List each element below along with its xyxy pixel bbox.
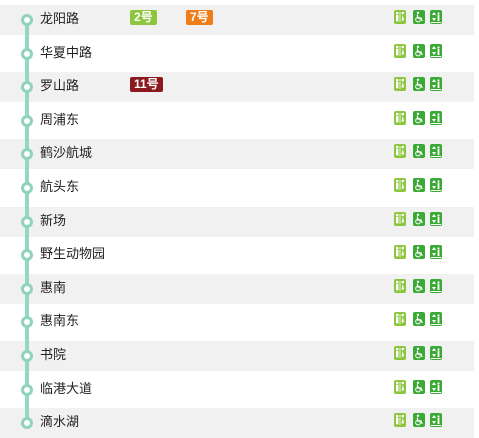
station-name[interactable]: 书院 bbox=[40, 347, 66, 363]
station-row[interactable]: 华夏中路 bbox=[0, 39, 474, 69]
station-row[interactable]: 航头东 bbox=[0, 173, 474, 203]
elevator-icon bbox=[430, 346, 442, 360]
accessibility-icon bbox=[413, 144, 425, 159]
toilet-icon bbox=[394, 10, 406, 24]
toilet-icon bbox=[394, 43, 406, 58]
station-list: 龙阳路 2号 7号华夏中路罗山路 11号周浦东鹤沙航城航头东新场野生动物园惠南惠南东书… bbox=[0, 0, 479, 438]
station-name[interactable]: 周浦东 bbox=[40, 112, 79, 128]
elevator-icon bbox=[430, 43, 442, 58]
accessibility-icon bbox=[413, 110, 425, 125]
transfer-line-badge[interactable]: 11号 bbox=[130, 77, 163, 93]
station-row[interactable]: 滴水湖 bbox=[0, 408, 474, 438]
accessibility-icon bbox=[413, 211, 425, 226]
station-node-icon bbox=[21, 14, 33, 26]
toilet-icon bbox=[394, 413, 406, 428]
station-node-icon bbox=[21, 47, 33, 60]
accessibility-icon bbox=[413, 278, 425, 293]
toilet-icon bbox=[394, 379, 406, 394]
accessibility-icon bbox=[413, 312, 425, 327]
elevator-icon bbox=[430, 245, 442, 260]
accessibility-icon bbox=[413, 77, 425, 92]
station-node-icon bbox=[21, 81, 33, 94]
station-name[interactable]: 惠南 bbox=[40, 280, 66, 296]
station-name[interactable]: 滴水湖 bbox=[40, 414, 79, 430]
station-name[interactable]: 惠南东 bbox=[40, 313, 79, 329]
toilet-icon bbox=[394, 77, 406, 92]
station-name[interactable]: 新场 bbox=[40, 213, 66, 229]
station-name[interactable]: 鹤沙航城 bbox=[40, 145, 92, 161]
station-node-icon bbox=[21, 249, 33, 262]
station-row[interactable]: 鹤沙航城 bbox=[0, 139, 474, 170]
station-node-icon bbox=[21, 417, 33, 430]
station-name[interactable]: 龙阳路 bbox=[40, 11, 79, 27]
station-node-icon bbox=[21, 282, 33, 295]
toilet-icon bbox=[394, 278, 406, 293]
station-row[interactable]: 野生动物园 bbox=[0, 240, 474, 270]
toilet-icon bbox=[394, 245, 406, 260]
station-name[interactable]: 华夏中路 bbox=[40, 45, 92, 61]
station-row[interactable]: 惠南 bbox=[0, 273, 474, 304]
transfer-line-badge[interactable]: 2号 bbox=[130, 10, 157, 25]
accessibility-icon bbox=[413, 346, 425, 360]
station-row[interactable]: 惠南东 bbox=[0, 307, 474, 337]
station-name[interactable]: 野生动物园 bbox=[40, 246, 105, 262]
toilet-icon bbox=[394, 110, 406, 125]
station-node-icon bbox=[21, 148, 33, 161]
station-name[interactable]: 临港大道 bbox=[40, 381, 92, 397]
station-row[interactable]: 新场 bbox=[0, 206, 474, 237]
transfer-line-badge[interactable]: 7号 bbox=[186, 10, 213, 25]
toilet-icon bbox=[394, 144, 406, 159]
station-row[interactable]: 龙阳路 2号 7号 bbox=[0, 5, 474, 35]
station-node-icon bbox=[21, 114, 33, 127]
station-row[interactable]: 临港大道 bbox=[0, 375, 474, 405]
accessibility-icon bbox=[413, 10, 425, 24]
accessibility-icon bbox=[413, 43, 425, 58]
elevator-icon bbox=[430, 178, 442, 192]
elevator-icon bbox=[430, 110, 442, 125]
elevator-icon bbox=[430, 413, 442, 428]
elevator-icon bbox=[430, 211, 442, 226]
station-row[interactable]: 罗山路 11号 bbox=[0, 72, 474, 103]
elevator-icon bbox=[430, 77, 442, 92]
elevator-icon bbox=[430, 379, 442, 394]
toilet-icon bbox=[394, 346, 406, 360]
elevator-icon bbox=[430, 278, 442, 293]
station-name[interactable]: 罗山路 bbox=[40, 78, 79, 94]
toilet-icon bbox=[394, 211, 406, 226]
accessibility-icon bbox=[413, 413, 425, 428]
station-row[interactable]: 书院 bbox=[0, 341, 474, 371]
station-node-icon bbox=[21, 316, 33, 329]
elevator-icon bbox=[430, 10, 442, 24]
elevator-icon bbox=[430, 144, 442, 159]
accessibility-icon bbox=[413, 178, 425, 192]
toilet-icon bbox=[394, 312, 406, 327]
station-name[interactable]: 航头东 bbox=[40, 179, 79, 195]
station-node-icon bbox=[21, 182, 33, 194]
station-node-icon bbox=[21, 350, 33, 362]
station-node-icon bbox=[21, 215, 33, 228]
accessibility-icon bbox=[413, 379, 425, 394]
toilet-icon bbox=[394, 178, 406, 192]
accessibility-icon bbox=[413, 245, 425, 260]
elevator-icon bbox=[430, 312, 442, 327]
station-row[interactable]: 周浦东 bbox=[0, 106, 474, 136]
station-node-icon bbox=[21, 383, 33, 396]
